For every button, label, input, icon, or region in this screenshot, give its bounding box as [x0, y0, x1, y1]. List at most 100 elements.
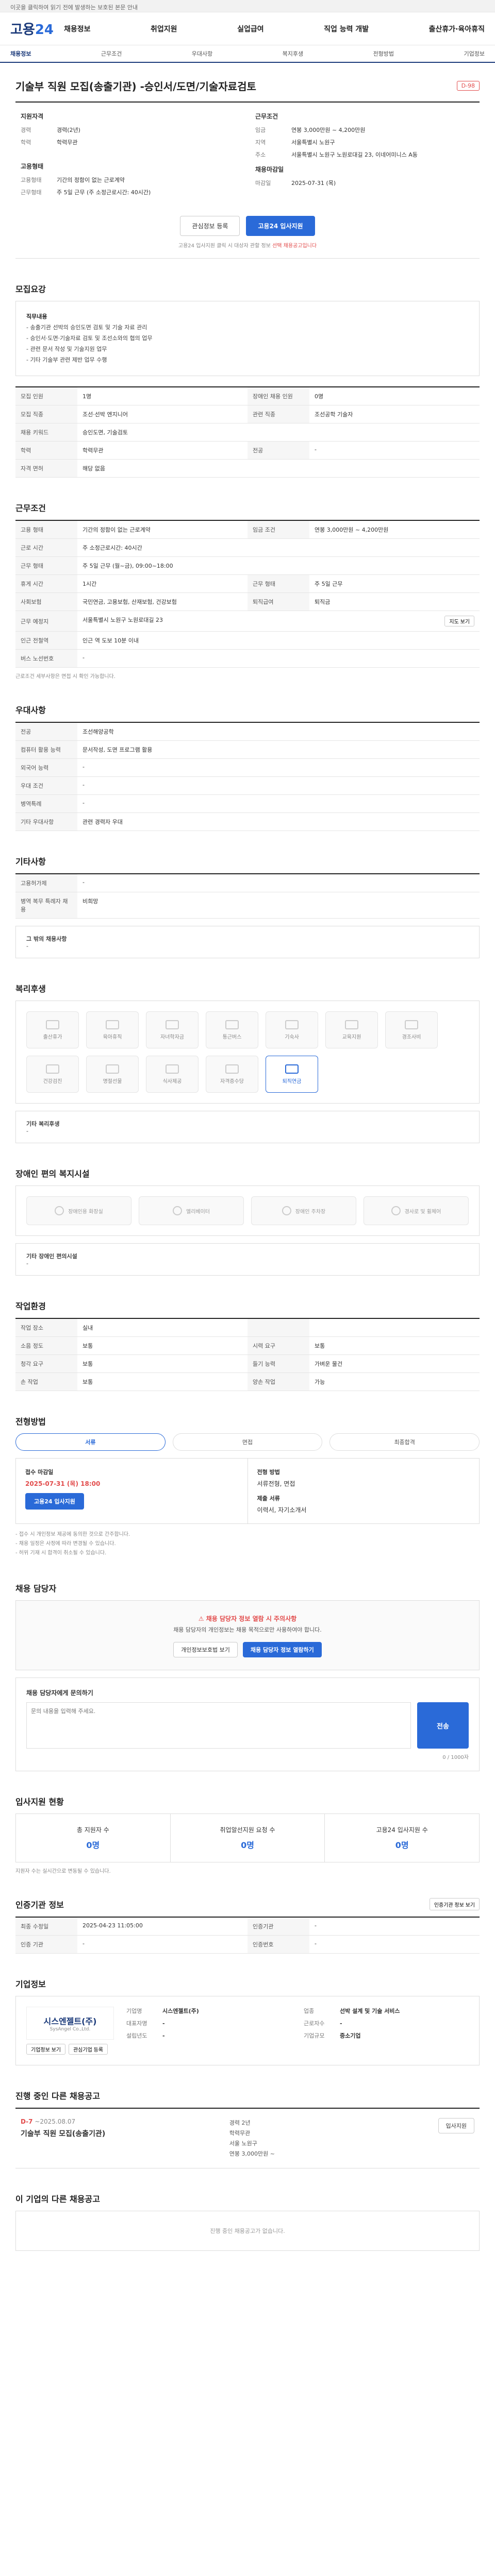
inquiry-input[interactable] — [26, 1702, 411, 1749]
recruit-table: 모집 인원 1명 장애인 채용 인원 0명 모집 직종 조선·선박 엔지니어 관련 직종 조… — [15, 386, 480, 478]
nav-vocational-training[interactable]: 직업 능력 개발 — [324, 24, 369, 34]
apply-button-2[interactable]: 고용24 입사지원 — [25, 1493, 84, 1510]
site-logo[interactable]: 고용24 — [10, 19, 54, 38]
nav-employment-support[interactable]: 취업지원 — [151, 24, 177, 34]
welfare-icon — [106, 1064, 119, 1074]
welfare-item: 통근버스 — [206, 1011, 258, 1049]
welfare-item: 출산휴가 — [26, 1011, 79, 1049]
alert-icon: ⚠ — [198, 1615, 204, 1623]
map-button[interactable]: 지도 보기 — [444, 616, 474, 627]
company-info-button[interactable]: 기업정보 보기 — [26, 2044, 65, 2055]
view-contact-button[interactable]: 채용 담당자 정보 열람하기 — [242, 1642, 322, 1658]
preference-section: 우대사항 전공 조선해양공학 컴퓨터 활용 능력 문서작성, 도면 프로그램 활용 … — [15, 703, 480, 832]
job-title-bar: 기술부 직원 모집(송출기관) -승인서/도면/기술자료검토 D-98 — [15, 78, 480, 93]
other-job-card: D-7 ~2025.08.07 기술부 직원 모집(송출기관) 경력 2년 학력… — [15, 2108, 480, 2169]
step-final[interactable]: 최종합격 — [329, 1433, 480, 1451]
table-row: 자격 면허 해당 없음 — [15, 459, 480, 478]
welfare-icon — [46, 1064, 59, 1074]
table-row: 휴게 시간 1시간 근무 형태 주 5일 근무 — [15, 574, 480, 594]
send-button[interactable]: 전송 — [417, 1702, 469, 1749]
job-summary: 지원자격 경력 경력(2년) 학력 학력무관 고용형태 고용형태 기간의 정함이 없는… — [15, 101, 480, 259]
save-interest-button[interactable]: 관심정보 등록 — [180, 216, 240, 236]
table-row: 근로 시간 주 소정근로시간: 40시간 — [15, 538, 480, 557]
privacy-law-button[interactable]: 개인정보보호법 보기 — [173, 1642, 238, 1658]
inquiry-box: 채용 담당자에게 문의하기 전송 0 / 1000자 — [15, 1677, 480, 1772]
step-document[interactable]: 서류 — [15, 1433, 166, 1451]
tab-preference[interactable]: 우대사항 — [192, 49, 212, 58]
parking-icon — [282, 1206, 291, 1216]
applicant-stats: 총 지원자 수 0명 취업알선지원 요청 수 0명 고용24 입사지원 수 0명 — [15, 1814, 480, 1863]
job-description: 직무내용 - 송출기관 선박의 승인도면 검토 및 기술 자료 관리 - 승인서… — [15, 301, 480, 377]
tab-welfare[interactable]: 복지후생 — [283, 49, 303, 58]
table-row: 우대 조건 - — [15, 776, 480, 795]
other-job-title[interactable]: 기술부 직원 모집(송출기관) — [21, 2128, 219, 2139]
cert-info-button[interactable]: 인증기관 정보 보기 — [429, 1898, 480, 1911]
workenv-section: 작업환경 작업 장소 실내 소음 정도 보통 시력 요구 보통 청각 요구 보통 들기 능력… — [15, 1299, 480, 1392]
site-header: 고용24 채용정보 취업지원 실업급여 직업 능력 개발 출산휴가·육아휴직 — [0, 12, 495, 45]
welfare-item-active: 퇴직연금 — [266, 1056, 318, 1093]
preference-table: 전공 조선해양공학 컴퓨터 활용 능력 문서작성, 도면 프로그램 활용 외국어 능… — [15, 722, 480, 832]
welfare-item: 자격증수당 — [206, 1056, 258, 1093]
workenv-table: 작업 장소 실내 소음 정도 보통 시력 요구 보통 청각 요구 보통 들기 능력 가벼운 물… — [15, 1318, 480, 1392]
nav-parental-leave[interactable]: 출산휴가·육아휴직 — [429, 24, 485, 34]
table-row: 청각 요구 보통 들기 능력 가벼운 물건 — [15, 1354, 480, 1374]
etc-extra: 그 밖의 채용사항 - — [15, 926, 480, 959]
cert-section: 인증기관 정보 인증기관 정보 보기 최종 수정일 2025-04-23 11:05… — [15, 1898, 480, 1954]
welfare-item: 건강검진 — [26, 1056, 79, 1093]
welfare-icon — [285, 1020, 299, 1029]
step-interview[interactable]: 면접 — [172, 1433, 323, 1451]
process-detail: 접수 마감일 2025-07-31 (목) 18:00 고용24 입사지원 전형… — [15, 1458, 480, 1524]
table-row: 인근 전철역 인근 역 도보 10분 이내 — [15, 631, 480, 650]
disability-item: 엘리베이터 — [139, 1196, 244, 1226]
table-row: 근무 형태 주 5일 근무 (월~금), 09:00~18:00 — [15, 556, 480, 575]
apply-button[interactable]: 고용24 입사지원 — [246, 216, 315, 236]
toilet-icon — [55, 1206, 64, 1216]
contact-section: 채용 담당자 ⚠ 채용 담당자 정보 열람 시 주의사항 채용 담당자의 개인정… — [15, 1582, 480, 1772]
table-row: 최종 수정일 2025-04-23 11:05:00 인증기관 - — [15, 1917, 480, 1936]
apply-note: 고용24 입사지원 클릭 시 대상자 관할 정보 선택 채용공고입니다 — [178, 243, 317, 249]
company-card: 시스엔젤트(주) SysAngel Co.,Ltd. 기업정보 보기 관심기업 … — [15, 1996, 480, 2066]
tab-recruit-info[interactable]: 채용정보 — [10, 49, 31, 58]
tab-company[interactable]: 기업정보 — [464, 49, 484, 58]
disability-item: 장애인 주차장 — [251, 1196, 356, 1226]
welfare-icon — [345, 1020, 358, 1029]
follow-company-button[interactable]: 관심기업 등록 — [68, 2044, 108, 2055]
welfare-icon — [225, 1020, 239, 1029]
disability-item: 경사로 및 휠체어 — [364, 1196, 469, 1226]
char-count: 0 / 1000자 — [442, 1755, 469, 1761]
etc-section: 기타사항 고용허가제 - 병역 복무 특례자 채용 비희망 그 밖의 채용사항 - — [15, 855, 480, 959]
summary-right: 근무조건 임금 연봉 3,000만원 ~ 4,200만원 지역 서울특별시 노원구 … — [255, 113, 418, 187]
pension-icon — [285, 1064, 299, 1074]
empty-state: 진행 중인 채용공고가 없습니다. — [15, 2211, 480, 2251]
nav-jobs[interactable]: 채용정보 — [64, 24, 91, 34]
elevator-icon — [173, 1206, 182, 1216]
conditions-note: 근로조건 세부사항은 면접 시 확인 가능합니다. — [15, 674, 116, 680]
table-row: 인증 기관 - 인증번호 - — [15, 1935, 480, 1954]
recruit-section: 모집요강 직무내용 - 송출기관 선박의 승인도면 검토 및 기술 자료 관리 … — [15, 282, 480, 478]
nav-unemployment-benefit[interactable]: 실업급여 — [237, 24, 264, 34]
tab-process[interactable]: 전형방법 — [373, 49, 394, 58]
other-apply-button[interactable]: 입사지원 — [438, 2118, 475, 2134]
table-row: 채용 키워드 승인도면, 기술검토 — [15, 423, 480, 442]
tab-conditions[interactable]: 근무조건 — [101, 49, 122, 58]
disability-section: 장애인 편의 복지시설 장애인용 화장실 엘리베이터 장애인 주차장 경사로 및… — [15, 1167, 480, 1276]
contact-warning: ⚠ 채용 담당자 정보 열람 시 주의사항 채용 담당자의 개인정보는 채용 목… — [15, 1600, 480, 1671]
table-row: 모집 직종 조선·선박 엔지니어 관련 직종 조선공학 기술자 — [15, 405, 480, 424]
welfare-icon — [166, 1064, 179, 1074]
main-content: 기술부 직원 모집(송출기관) -승인서/도면/기술자료검토 D-98 지원자격… — [0, 78, 495, 2272]
other-jobs-section: 진행 중인 다른 채용공고 D-7 ~2025.08.07 기술부 직원 모집(… — [15, 2089, 480, 2169]
job-title: 기술부 직원 모집(송출기관) -승인서/도면/기술자료검토 — [15, 80, 256, 93]
status-section: 입사지원 현황 총 지원자 수 0명 취업알선지원 요청 수 0명 고용24 입사지… — [15, 1795, 480, 1874]
process-notes: - 접수 시 개인정보 제공에 동의한 것으로 간주합니다. - 채용 일정은 … — [15, 1532, 130, 1556]
etc-table: 고용허가제 - 병역 복무 특례자 채용 비희망 — [15, 873, 480, 919]
table-row: 병역 복무 특례자 채용 비희망 — [15, 892, 480, 919]
table-row: 학력 학력무관 전공 - — [15, 441, 480, 460]
table-row: 손 작업 보통 양손 작업 가능 — [15, 1372, 480, 1392]
main-nav: 채용정보 취업지원 실업급여 직업 능력 개발 출산휴가·육아휴직 — [64, 24, 485, 34]
conditions-section: 근무조건 고용 형태 기간의 정함이 없는 근로계약 임금 조건 연봉 3,000만원… — [15, 501, 480, 680]
welfare-item: 명절선물 — [86, 1056, 139, 1093]
process-steps: 서류 면접 최종합격 — [15, 1433, 480, 1451]
top-notice-text: 이곳을 클릭하여 읽기 전에 발생하는 보호된 본문 안내 — [10, 4, 138, 11]
table-row: 컴퓨터 활용 능력 문서작성, 도면 프로그램 활용 — [15, 740, 480, 759]
table-row: 외국어 능력 - — [15, 758, 480, 777]
